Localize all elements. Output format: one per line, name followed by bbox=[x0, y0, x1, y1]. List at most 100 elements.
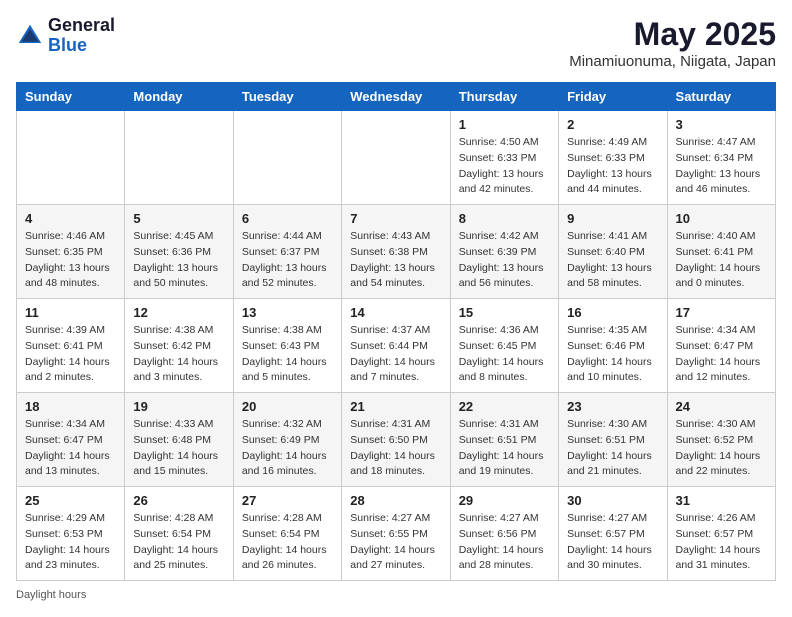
calendar-cell: 13Sunrise: 4:38 AMSunset: 6:43 PMDayligh… bbox=[233, 299, 341, 393]
day-number: 6 bbox=[242, 211, 333, 226]
day-info: Sunrise: 4:42 AMSunset: 6:39 PMDaylight:… bbox=[459, 229, 550, 292]
day-number: 4 bbox=[25, 211, 116, 226]
day-info: Sunrise: 4:28 AMSunset: 6:54 PMDaylight:… bbox=[242, 511, 333, 574]
calendar-title: May 2025 bbox=[569, 16, 776, 53]
day-info: Sunrise: 4:30 AMSunset: 6:51 PMDaylight:… bbox=[567, 417, 658, 480]
calendar-subtitle: Minamiuonuma, Niigata, Japan bbox=[569, 53, 776, 70]
title-block: May 2025 Minamiuonuma, Niigata, Japan bbox=[569, 16, 776, 70]
day-number: 27 bbox=[242, 493, 333, 508]
calendar-cell: 18Sunrise: 4:34 AMSunset: 6:47 PMDayligh… bbox=[17, 393, 125, 487]
day-number: 18 bbox=[25, 399, 116, 414]
calendar-cell: 1Sunrise: 4:50 AMSunset: 6:33 PMDaylight… bbox=[450, 111, 558, 205]
day-number: 29 bbox=[459, 493, 550, 508]
day-number: 20 bbox=[242, 399, 333, 414]
day-number: 7 bbox=[350, 211, 441, 226]
calendar-cell: 10 Sunrise: 4:40 AMSunset: 6:41 PMDayligh… bbox=[667, 205, 775, 299]
calendar-cell: 9 Sunrise: 4:41 AMSunset: 6:40 PMDaylight… bbox=[559, 205, 667, 299]
logo-blue-text: Blue bbox=[48, 36, 115, 56]
calendar-cell: 15Sunrise: 4:36 AMSunset: 6:45 PMDayligh… bbox=[450, 299, 558, 393]
day-info: Sunrise: 4:45 AMSunset: 6:36 PMDaylight:… bbox=[133, 229, 224, 292]
calendar-cell: 21Sunrise: 4:31 AMSunset: 6:50 PMDayligh… bbox=[342, 393, 450, 487]
calendar-day-header: Friday bbox=[559, 83, 667, 111]
page-header: General Blue May 2025 Minamiuonuma, Niig… bbox=[16, 16, 776, 70]
calendar-cell: 2 Sunrise: 4:49 AMSunset: 6:33 PMDaylight… bbox=[559, 111, 667, 205]
calendar-day-header: Saturday bbox=[667, 83, 775, 111]
day-info: Sunrise: 4:30 AMSunset: 6:52 PMDaylight:… bbox=[676, 417, 767, 480]
day-number: 8 bbox=[459, 211, 550, 226]
logo: General Blue bbox=[16, 16, 115, 56]
day-number: 25 bbox=[25, 493, 116, 508]
day-info: Sunrise: 4:27 AMSunset: 6:55 PMDaylight:… bbox=[350, 511, 441, 574]
calendar-cell: 14Sunrise: 4:37 AMSunset: 6:44 PMDayligh… bbox=[342, 299, 450, 393]
calendar-day-header: Tuesday bbox=[233, 83, 341, 111]
calendar-cell: 24 Sunrise: 4:30 AMSunset: 6:52 PMDayligh… bbox=[667, 393, 775, 487]
day-number: 2 bbox=[567, 117, 658, 132]
calendar-week-row: 4 Sunrise: 4:46 AMSunset: 6:35 PMDaylight… bbox=[17, 205, 776, 299]
calendar-cell: 5Sunrise: 4:45 AMSunset: 6:36 PMDaylight… bbox=[125, 205, 233, 299]
calendar-cell: 3 Sunrise: 4:47 AMSunset: 6:34 PMDaylight… bbox=[667, 111, 775, 205]
day-info: Sunrise: 4:29 AMSunset: 6:53 PMDaylight:… bbox=[25, 511, 116, 574]
day-number: 9 bbox=[567, 211, 658, 226]
day-info: Sunrise: 4:40 AMSunset: 6:41 PMDaylight:… bbox=[676, 229, 767, 292]
day-info: Sunrise: 4:47 AMSunset: 6:34 PMDaylight:… bbox=[676, 135, 767, 198]
calendar-cell: 11 Sunrise: 4:39 AMSunset: 6:41 PMDayligh… bbox=[17, 299, 125, 393]
day-info: Sunrise: 4:44 AMSunset: 6:37 PMDaylight:… bbox=[242, 229, 333, 292]
day-info: Sunrise: 4:34 AMSunset: 6:47 PMDaylight:… bbox=[676, 323, 767, 386]
day-info: Sunrise: 4:36 AMSunset: 6:45 PMDaylight:… bbox=[459, 323, 550, 386]
day-number: 3 bbox=[676, 117, 767, 132]
day-info: Sunrise: 4:37 AMSunset: 6:44 PMDaylight:… bbox=[350, 323, 441, 386]
day-number: 12 bbox=[133, 305, 224, 320]
daylight-label: Daylight hours bbox=[16, 589, 86, 601]
day-info: Sunrise: 4:41 AMSunset: 6:40 PMDaylight:… bbox=[567, 229, 658, 292]
calendar-week-row: 1Sunrise: 4:50 AMSunset: 6:33 PMDaylight… bbox=[17, 111, 776, 205]
day-number: 16 bbox=[567, 305, 658, 320]
day-number: 17 bbox=[676, 305, 767, 320]
day-number: 30 bbox=[567, 493, 658, 508]
calendar-cell: 30 Sunrise: 4:27 AMSunset: 6:57 PMDayligh… bbox=[559, 487, 667, 581]
calendar-day-header: Sunday bbox=[17, 83, 125, 111]
calendar-week-row: 25 Sunrise: 4:29 AMSunset: 6:53 PMDayligh… bbox=[17, 487, 776, 581]
day-info: Sunrise: 4:26 AMSunset: 6:57 PMDaylight:… bbox=[676, 511, 767, 574]
calendar-cell: 27 Sunrise: 4:28 AMSunset: 6:54 PMDayligh… bbox=[233, 487, 341, 581]
calendar-cell: 22 Sunrise: 4:31 AMSunset: 6:51 PMDayligh… bbox=[450, 393, 558, 487]
calendar-cell bbox=[233, 111, 341, 205]
day-number: 19 bbox=[133, 399, 224, 414]
day-info: Sunrise: 4:49 AMSunset: 6:33 PMDaylight:… bbox=[567, 135, 658, 198]
day-info: Sunrise: 4:27 AMSunset: 6:57 PMDaylight:… bbox=[567, 511, 658, 574]
day-info: Sunrise: 4:35 AMSunset: 6:46 PMDaylight:… bbox=[567, 323, 658, 386]
calendar-table: SundayMondayTuesdayWednesdayThursdayFrid… bbox=[16, 82, 776, 581]
day-number: 22 bbox=[459, 399, 550, 414]
calendar-cell: 31Sunrise: 4:26 AMSunset: 6:57 PMDayligh… bbox=[667, 487, 775, 581]
day-number: 28 bbox=[350, 493, 441, 508]
day-info: Sunrise: 4:43 AMSunset: 6:38 PMDaylight:… bbox=[350, 229, 441, 292]
day-number: 11 bbox=[25, 305, 116, 320]
logo-icon bbox=[16, 22, 44, 50]
day-info: Sunrise: 4:38 AMSunset: 6:43 PMDaylight:… bbox=[242, 323, 333, 386]
calendar-cell: 4 Sunrise: 4:46 AMSunset: 6:35 PMDaylight… bbox=[17, 205, 125, 299]
calendar-cell: 19 Sunrise: 4:33 AMSunset: 6:48 PMDayligh… bbox=[125, 393, 233, 487]
day-info: Sunrise: 4:33 AMSunset: 6:48 PMDaylight:… bbox=[133, 417, 224, 480]
day-info: Sunrise: 4:31 AMSunset: 6:51 PMDaylight:… bbox=[459, 417, 550, 480]
day-info: Sunrise: 4:28 AMSunset: 6:54 PMDaylight:… bbox=[133, 511, 224, 574]
calendar-cell: 12Sunrise: 4:38 AMSunset: 6:42 PMDayligh… bbox=[125, 299, 233, 393]
day-info: Sunrise: 4:46 AMSunset: 6:35 PMDaylight:… bbox=[25, 229, 116, 292]
day-info: Sunrise: 4:27 AMSunset: 6:56 PMDaylight:… bbox=[459, 511, 550, 574]
day-info: Sunrise: 4:32 AMSunset: 6:49 PMDaylight:… bbox=[242, 417, 333, 480]
calendar-cell: 29 Sunrise: 4:27 AMSunset: 6:56 PMDayligh… bbox=[450, 487, 558, 581]
calendar-day-header: Monday bbox=[125, 83, 233, 111]
day-number: 24 bbox=[676, 399, 767, 414]
day-number: 23 bbox=[567, 399, 658, 414]
day-info: Sunrise: 4:39 AMSunset: 6:41 PMDaylight:… bbox=[25, 323, 116, 386]
calendar-cell: 7 Sunrise: 4:43 AMSunset: 6:38 PMDaylight… bbox=[342, 205, 450, 299]
calendar-cell: 8 Sunrise: 4:42 AMSunset: 6:39 PMDaylight… bbox=[450, 205, 558, 299]
calendar-cell: 20 Sunrise: 4:32 AMSunset: 6:49 PMDayligh… bbox=[233, 393, 341, 487]
calendar-week-row: 18Sunrise: 4:34 AMSunset: 6:47 PMDayligh… bbox=[17, 393, 776, 487]
calendar-week-row: 11 Sunrise: 4:39 AMSunset: 6:41 PMDayligh… bbox=[17, 299, 776, 393]
calendar-cell bbox=[17, 111, 125, 205]
calendar-cell: 23 Sunrise: 4:30 AMSunset: 6:51 PMDayligh… bbox=[559, 393, 667, 487]
day-number: 10 bbox=[676, 211, 767, 226]
calendar-header-row: SundayMondayTuesdayWednesdayThursdayFrid… bbox=[17, 83, 776, 111]
day-number: 21 bbox=[350, 399, 441, 414]
calendar-cell: 17 Sunrise: 4:34 AMSunset: 6:47 PMDayligh… bbox=[667, 299, 775, 393]
calendar-cell: 28 Sunrise: 4:27 AMSunset: 6:55 PMDayligh… bbox=[342, 487, 450, 581]
